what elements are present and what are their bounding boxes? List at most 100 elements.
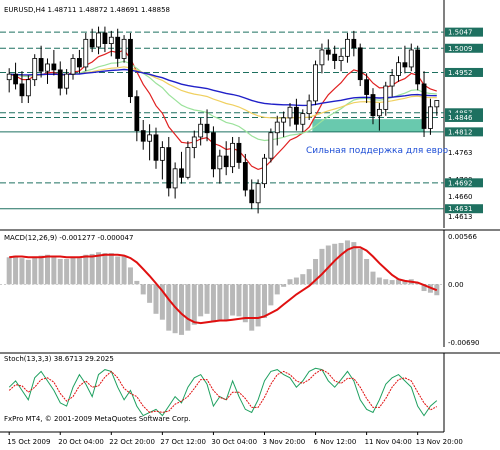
macd-histogram-bar [268,284,274,306]
macd-histogram-bar [357,248,363,285]
time-tick-label: 11 Nov 04:00 [365,438,412,446]
candle-bull [376,108,382,117]
candle-bull [319,49,325,66]
macd-histogram-bar [19,258,25,285]
candle-bear [57,69,63,89]
candle-bull [428,106,433,129]
macd-histogram-bar [210,284,216,323]
chart-svg: 1.50471.50091.49521.48571.48461.48121.47… [0,0,500,446]
macd-histogram-bar [76,258,82,285]
macd-histogram-bar [242,284,248,323]
candle-bear [102,32,108,44]
macd-tick-label: 0.00566 [448,233,477,241]
macd-histogram-bar [255,284,261,327]
price-tick-label: 1.4812 [448,128,473,136]
candle-bear [293,106,299,125]
candle-bull [108,36,114,44]
candle-bull [45,63,50,72]
candle-bull [185,147,191,178]
macd-histogram-bar [185,284,191,331]
stoch-main-line [8,367,438,417]
macd-histogram-bar [51,255,57,285]
macd-histogram-bar [115,256,121,285]
time-tick-label: 22 Oct 20:00 [109,438,155,446]
candle-bull [217,155,223,170]
candle-bull [191,136,197,148]
macd-histogram-bar [319,248,325,285]
stoch-label: Stoch(13,3,3) 38.6713 29.2025 [4,355,114,363]
candle-bear [415,49,421,85]
macd-histogram-bar [191,284,197,325]
candle-bull [64,73,70,89]
time-tick-label: 15 Oct 2009 [7,438,50,446]
candle-bull [255,183,261,204]
time-tick-label: 30 Oct 04:00 [211,438,257,446]
macd-histogram-bar [64,258,70,285]
macd-histogram-bar [217,284,223,321]
candle-bull [281,117,287,123]
candle-bull [83,38,89,68]
macd-histogram-bar [376,277,382,285]
macd-histogram-bar [306,269,312,285]
macd-histogram-bar [25,259,31,285]
candle-bear [364,79,370,95]
time-tick-label: 6 Nov 12:00 [314,438,357,446]
candle-bull [434,100,440,108]
candle-bull [408,49,414,68]
candle-bull [159,147,165,161]
candle-bull [345,38,350,57]
candle-bear [236,142,242,163]
candle-bull [338,55,344,61]
macd-histogram-bar [293,277,299,285]
macd-panel: 0.00566 0.00 -0.00690 [0,229,500,347]
macd-tick-label: -0.00690 [448,339,479,347]
candle-bull [147,134,153,142]
macd-histogram-bar [230,284,236,316]
candle-bear [223,155,229,168]
macd-histogram-bar [153,284,159,314]
price-tick-label: 1.4846 [448,114,473,122]
macd-histogram-bar [383,279,389,285]
symbol-header: EURUSD,H4 1.48711 1.48872 1.48691 1.4885… [4,6,170,14]
macd-histogram-bar [13,255,19,285]
macd-histogram-bar [274,284,280,295]
candle-bull [70,58,76,75]
price-tick-label: 1.5047 [448,29,473,37]
price-tick-label: 1.4952 [448,69,473,77]
macd-label: MACD(12,26,9) -0.001277 -0.000047 [4,234,133,242]
candle-bear [370,94,376,117]
macd-histogram-bar [389,280,395,285]
macd-histogram-bar [96,252,102,285]
candle-bear [51,63,57,71]
time-tick-label: 3 Nov 20:00 [262,438,305,446]
candle-bull [198,123,204,138]
macd-histogram-bar [127,267,133,285]
time-axis: 15 Oct 2009 20 Oct 04:00 22 Oct 20:00 27 Oc… [0,431,463,446]
macd-histogram-bar [32,256,38,285]
support-zone [312,119,424,132]
candle-bull [262,157,267,185]
macd-histogram-bar [108,253,114,285]
candle-bear [402,62,408,68]
macd-histogram-bar [338,242,344,285]
macd-histogram-bar [287,279,293,285]
macd-histogram-bar [140,284,146,295]
chart-root: 1.50471.50091.49521.48571.48461.48121.47… [0,0,500,450]
candle-bull [172,168,178,189]
price-tick-label: 1.4763 [448,149,473,157]
macd-histogram-bar [300,274,306,285]
macd-tick-label: 0.00 [448,281,464,289]
macd-histogram-bar [204,284,210,314]
candle-bull [274,121,280,134]
candle-bull [268,132,274,159]
macd-histogram-bar [70,257,76,285]
candle-bear [179,168,184,178]
time-tick-label: 13 Nov 20:00 [416,438,463,446]
support-annotation: Сильная поддержка для евро [306,146,449,156]
macd-histogram-bar [344,240,350,285]
candle-bull [383,85,389,110]
candle-bear [13,73,18,85]
candle-bull [230,142,235,168]
candle-bull [6,73,12,81]
macd-histogram-bar [6,257,12,285]
